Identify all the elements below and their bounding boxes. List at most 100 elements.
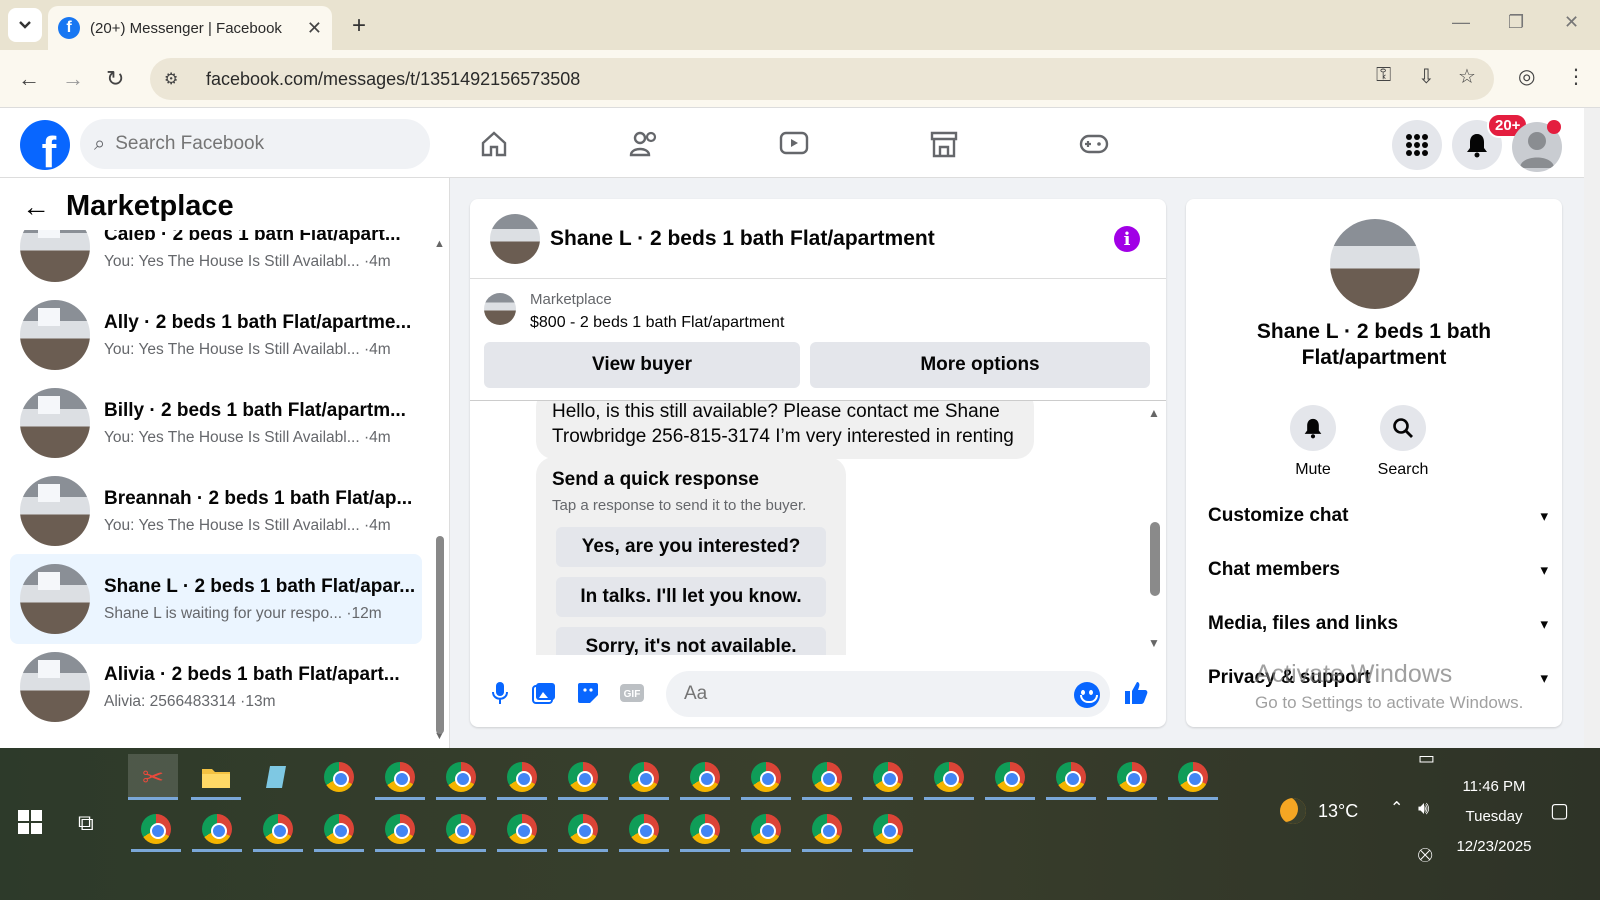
back-arrow-icon[interactable]: ←: [22, 191, 50, 223]
taskbar-app-chrome[interactable]: [924, 754, 974, 800]
profile-icon[interactable]: ◎: [1518, 64, 1535, 89]
facebook-search-input[interactable]: [115, 133, 376, 155]
install-app-icon[interactable]: ⇩: [1418, 64, 1435, 89]
taskbar-app-chrome[interactable]: [619, 754, 669, 800]
taskbar-app-chrome[interactable]: [1107, 754, 1157, 800]
thumbs-up-icon[interactable]: [1122, 679, 1150, 707]
site-settings-icon[interactable]: ⚙: [164, 69, 188, 89]
conversation-item-billy[interactable]: Billy · 2 beds 1 bath Flat/apartm... You:…: [10, 378, 422, 468]
marketplace-nav-icon[interactable]: [924, 126, 964, 162]
taskbar-app-chrome[interactable]: [741, 754, 791, 800]
gif-icon[interactable]: GIF: [618, 679, 646, 707]
message-scroll-down-icon[interactable]: ▼: [1148, 636, 1160, 650]
conversation-item-shane[interactable]: Shane L · 2 beds 1 bath Flat/apar... Shan…: [10, 554, 422, 644]
sticker-icon[interactable]: [574, 679, 602, 707]
taskbar-app-chrome[interactable]: [436, 754, 486, 800]
taskbar-app-chrome[interactable]: [1168, 754, 1218, 800]
more-options-button[interactable]: More options: [810, 342, 1150, 388]
forward-arrow-icon[interactable]: →: [62, 66, 84, 92]
reload-icon[interactable]: ↻: [106, 66, 124, 92]
taskbar-app-chrome[interactable]: [680, 754, 730, 800]
microphone-icon[interactable]: [486, 679, 514, 707]
taskbar-app-chrome[interactable]: [680, 806, 730, 852]
taskbar-app-snip-tool[interactable]: ✂: [128, 754, 178, 800]
search-action[interactable]: Search: [1368, 405, 1438, 479]
mute-action[interactable]: Mute: [1278, 405, 1348, 479]
taskbar-app-chrome[interactable]: [314, 754, 364, 800]
emoji-icon[interactable]: [1074, 682, 1100, 708]
message-input[interactable]: [684, 683, 1044, 705]
contact-avatar[interactable]: [1330, 219, 1420, 309]
scroll-up-arrow-icon[interactable]: ▲: [434, 238, 445, 250]
home-nav-icon[interactable]: [474, 126, 514, 162]
gaming-nav-icon[interactable]: [1074, 126, 1114, 162]
chat-avatar[interactable]: [490, 213, 540, 264]
video-nav-icon[interactable]: [774, 126, 814, 162]
taskbar-app-chrome[interactable]: [253, 806, 303, 852]
message-input-box[interactable]: [666, 671, 1110, 717]
address-bar[interactable]: ⚙ facebook.com/messages/t/13514921565735…: [150, 58, 1494, 100]
sidebar-scrollbar-thumb[interactable]: [436, 536, 444, 734]
media-files-links-row[interactable]: Media, files and links ▾: [1208, 613, 1548, 635]
weather-widget[interactable]: 13°C: [1280, 798, 1358, 824]
restore-window-icon[interactable]: ❐: [1508, 12, 1524, 33]
info-icon[interactable]: i: [1114, 226, 1140, 252]
show-hidden-icons-chevron[interactable]: ⌃: [1390, 798, 1403, 818]
taskbar-app-chrome[interactable]: [985, 754, 1035, 800]
taskbar-app-chrome[interactable]: [741, 806, 791, 852]
message-scrollbar-thumb[interactable]: [1150, 522, 1160, 596]
facebook-logo[interactable]: f: [20, 120, 70, 170]
taskbar-app-file-explorer[interactable]: [191, 754, 241, 800]
page-scrollbar[interactable]: [1584, 108, 1600, 748]
quick-reply-in-talks[interactable]: In talks. I'll let you know.: [556, 577, 826, 617]
taskbar-app-chrome[interactable]: [619, 806, 669, 852]
quick-reply-not-available[interactable]: Sorry, it's not available.: [556, 627, 826, 655]
message-scroll-up-icon[interactable]: ▲: [1148, 406, 1160, 420]
taskbar-app-chrome[interactable]: [497, 806, 547, 852]
back-arrow-icon[interactable]: ←: [18, 66, 40, 92]
conversation-item-ally[interactable]: Ally · 2 beds 1 bath Flat/apartme... You:…: [10, 290, 422, 380]
minimize-window-icon[interactable]: —: [1452, 12, 1470, 33]
conversation-item-caleb[interactable]: Caleb · 2 beds 1 bath Flat/apart... You: …: [10, 230, 422, 292]
taskbar-app-chrome[interactable]: [314, 806, 364, 852]
photo-icon[interactable]: [530, 679, 558, 707]
task-view-icon[interactable]: ⧉: [78, 810, 94, 836]
bookmark-star-icon[interactable]: ☆: [1458, 64, 1476, 89]
taskbar-app-chrome[interactable]: [1046, 754, 1096, 800]
system-clock[interactable]: 11:46 PM Tuesday 12/23/2025: [1444, 772, 1544, 862]
taskbar-app-chrome[interactable]: [863, 806, 913, 852]
taskbar-app-chrome[interactable]: [497, 754, 547, 800]
taskbar-app-chrome[interactable]: [863, 754, 913, 800]
conversation-item-alivia[interactable]: Alivia · 2 beds 1 bath Flat/apart... Aliv…: [10, 642, 422, 732]
facebook-search-box[interactable]: ⌕: [80, 119, 430, 169]
new-tab-button[interactable]: +: [352, 12, 366, 40]
password-key-icon[interactable]: ⚿: [1376, 64, 1391, 87]
close-tab-icon[interactable]: ✕: [307, 18, 322, 39]
friends-nav-icon[interactable]: [624, 126, 664, 162]
browser-tab-messenger[interactable]: f (20+) Messenger | Facebook ✕: [48, 6, 332, 50]
taskbar-app-chrome[interactable]: [192, 806, 242, 852]
taskbar-app-chrome[interactable]: [436, 806, 486, 852]
network-icon[interactable]: ⛒: [1418, 846, 1432, 863]
taskbar-app-notepad[interactable]: [252, 754, 302, 800]
chat-members-row[interactable]: Chat members ▾: [1208, 559, 1548, 581]
taskbar-app-chrome[interactable]: [375, 806, 425, 852]
menu-grid-button[interactable]: [1392, 120, 1442, 170]
browser-menu-icon[interactable]: ⋮: [1566, 64, 1586, 89]
taskbar-app-chrome[interactable]: [802, 806, 852, 852]
taskbar-app-chrome[interactable]: [802, 754, 852, 800]
taskbar-app-chrome[interactable]: [375, 754, 425, 800]
quick-reply-interested[interactable]: Yes, are you interested?: [556, 527, 826, 567]
notification-center-icon[interactable]: ▢: [1550, 798, 1569, 823]
customize-chat-row[interactable]: Customize chat ▾: [1208, 505, 1548, 527]
conversation-item-breannah[interactable]: Breannah · 2 beds 1 bath Flat/ap... You: …: [10, 466, 422, 556]
taskbar-app-chrome[interactable]: [558, 806, 608, 852]
taskbar-app-chrome[interactable]: [131, 806, 181, 852]
volume-icon[interactable]: 🔊︎: [1418, 798, 1429, 819]
view-buyer-button[interactable]: View buyer: [484, 342, 800, 388]
close-window-icon[interactable]: ✕: [1564, 12, 1579, 33]
tab-search-button[interactable]: [8, 8, 42, 42]
taskbar-app-chrome[interactable]: [558, 754, 608, 800]
chat-title[interactable]: Shane L · 2 beds 1 bath Flat/apartment: [550, 227, 935, 251]
windows-start-icon[interactable]: [18, 810, 42, 834]
